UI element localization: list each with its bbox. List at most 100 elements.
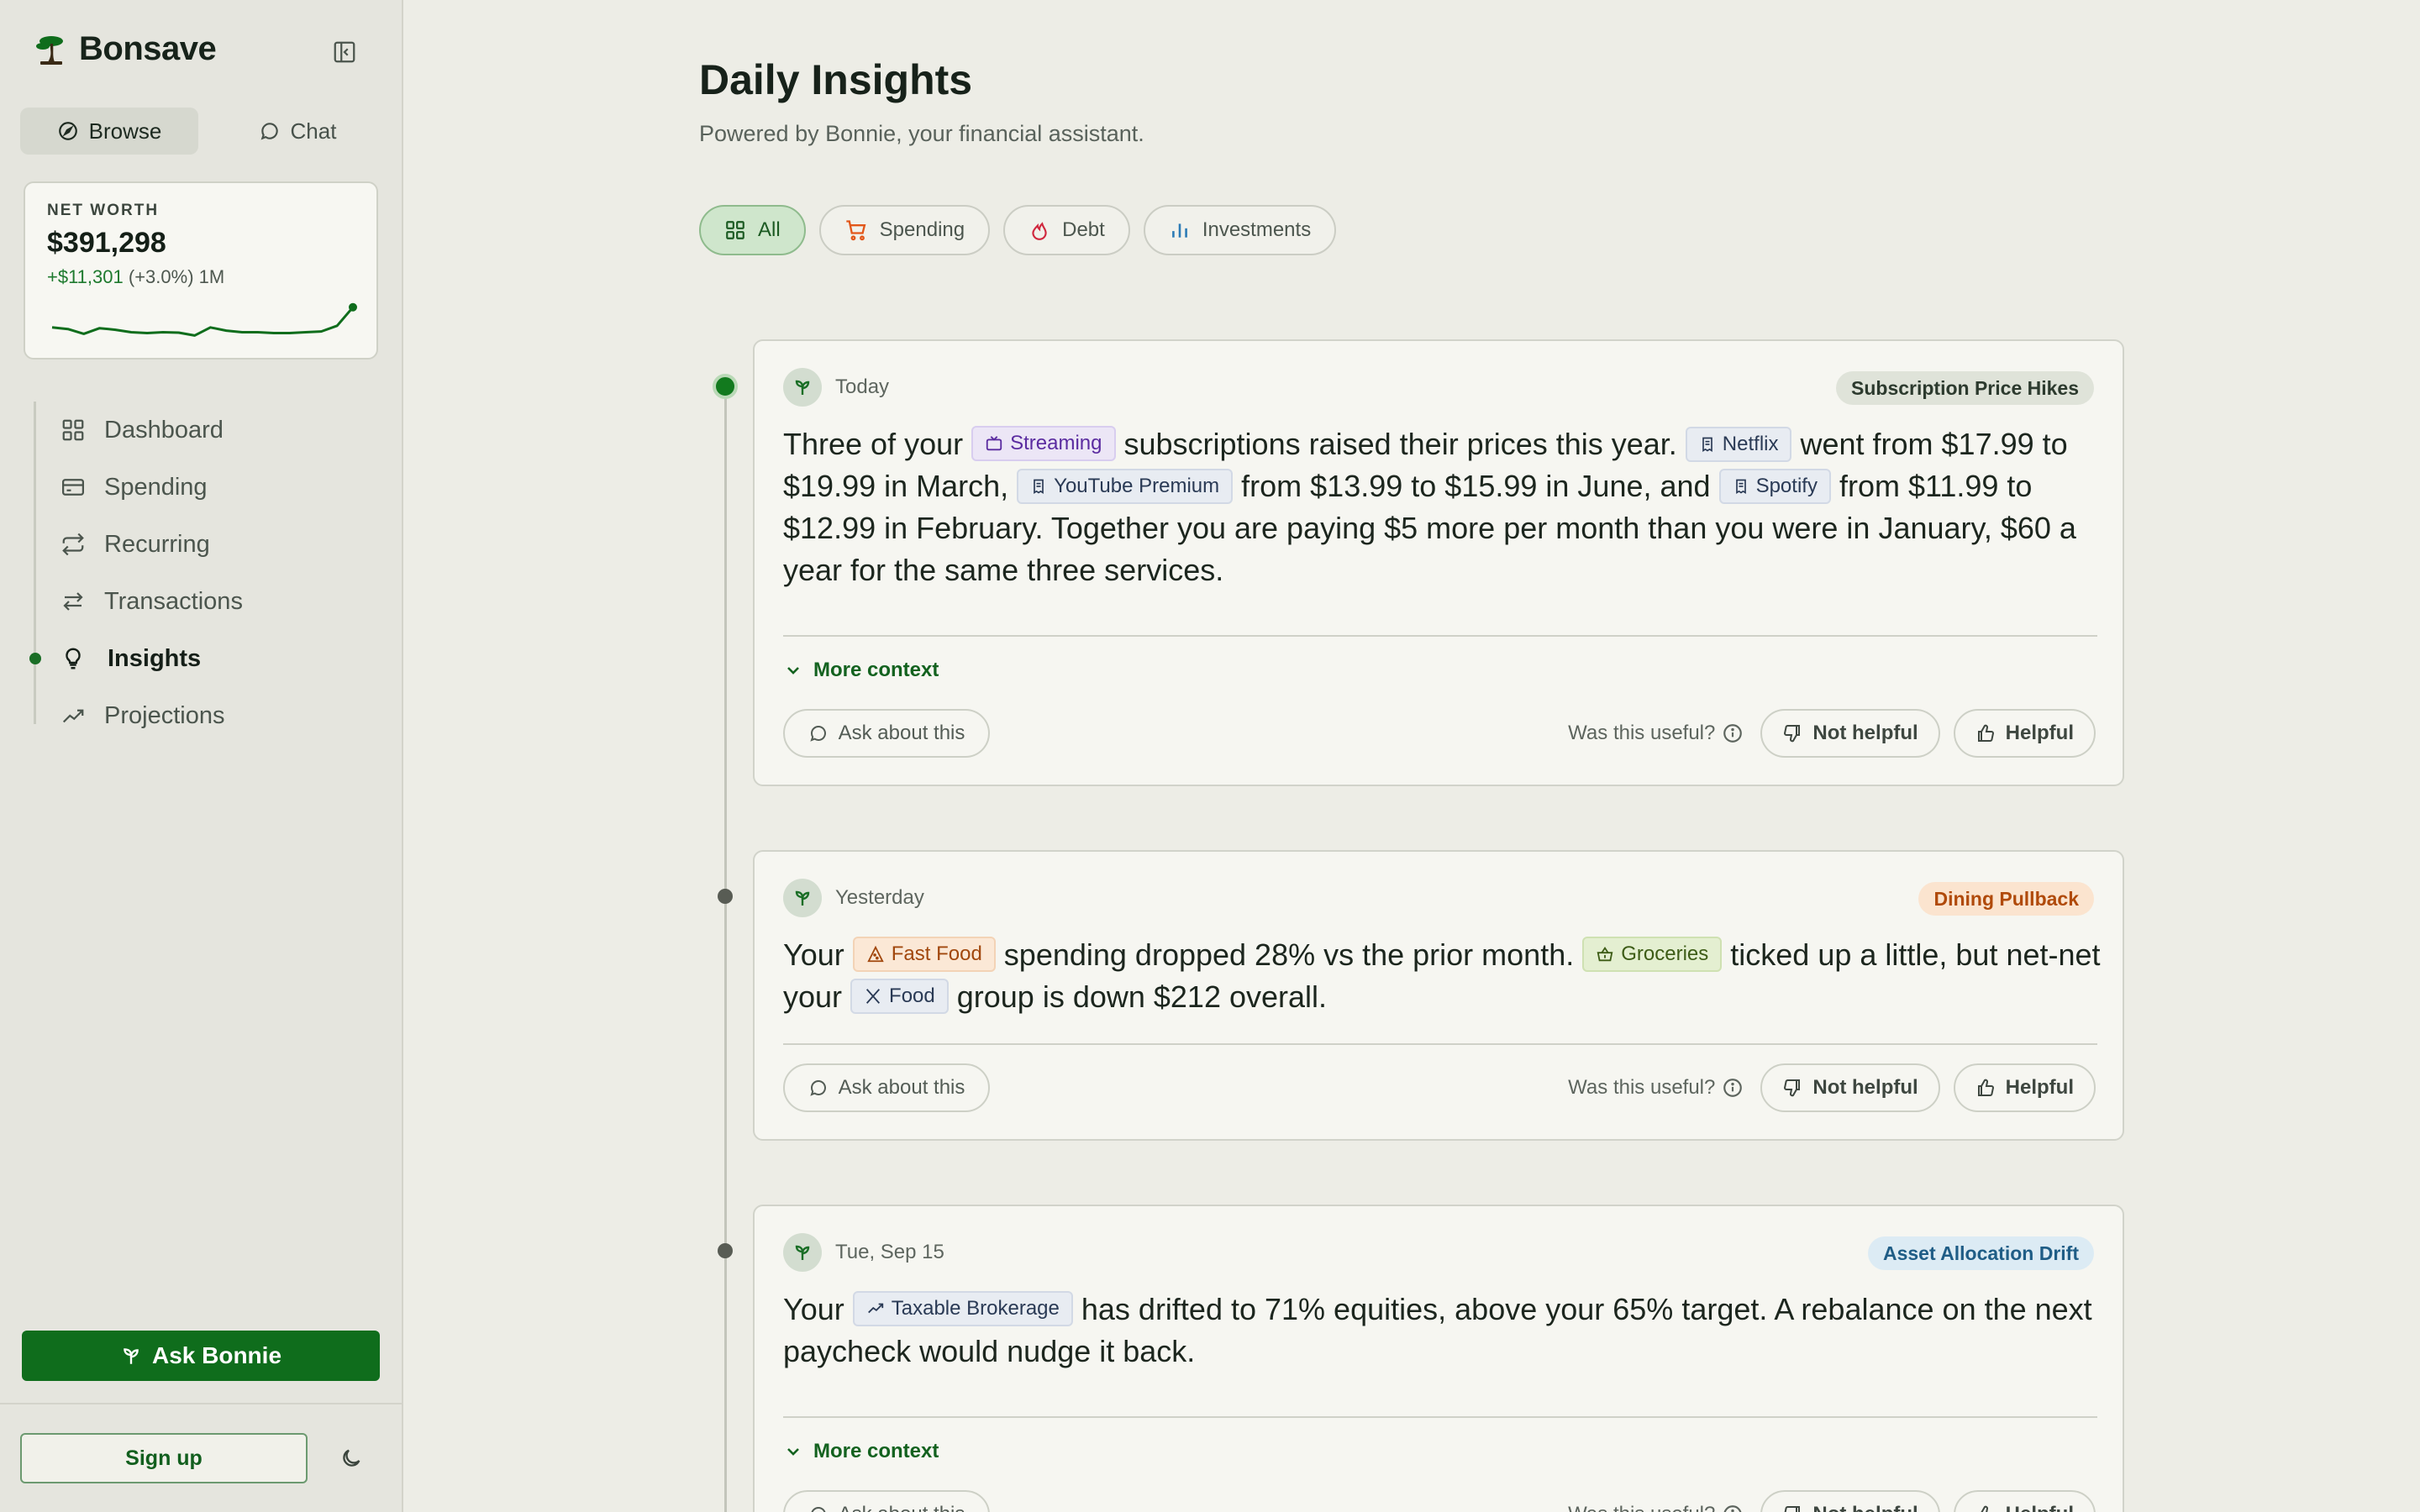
- info-icon[interactable]: [1722, 1077, 1744, 1099]
- useful-question: Was this useful?: [1568, 1076, 1744, 1100]
- tab-chat[interactable]: Chat: [208, 108, 387, 155]
- category-chip-groceries[interactable]: Groceries: [1582, 937, 1723, 972]
- not-helpful-button[interactable]: Not helpful: [1760, 709, 1940, 758]
- flame-icon: [1032, 222, 1047, 240]
- insight-body: Your Taxable Brokerage has drifted to 71…: [783, 1289, 2102, 1373]
- feedback-group: Was this useful? Not helpful Helpful: [1568, 1490, 2096, 1512]
- nav-insights-label: Insights: [108, 644, 202, 672]
- helpful-button[interactable]: Helpful: [1953, 1063, 2096, 1112]
- merchant-chip-netflix[interactable]: Netflix: [1685, 427, 1792, 462]
- nav-projections[interactable]: Projections: [34, 687, 243, 744]
- insight-card: Yesterday Dining Pullback Your Fast Food…: [753, 850, 2124, 1141]
- insight-category-tag: Dining Pullback: [1918, 882, 2094, 916]
- collapse-sidebar-button[interactable]: [328, 35, 361, 69]
- chat-bubble-icon: [809, 726, 826, 742]
- more-context-toggle[interactable]: More context: [783, 659, 939, 682]
- lightbulb-icon: [66, 648, 81, 669]
- filter-chips: All Spending Debt Investments: [699, 205, 1337, 255]
- insight-body: Three of your Streaming subscriptions ra…: [783, 423, 2102, 591]
- bonsai-logo-icon: [36, 35, 63, 65]
- not-helpful-label: Not helpful: [1812, 722, 1918, 744]
- page-title: Daily Insights: [699, 56, 973, 103]
- bonnie-avatar: [783, 368, 822, 407]
- merchant-chip-youtube-premium[interactable]: YouTube Premium: [1017, 469, 1234, 504]
- not-helpful-label: Not helpful: [1812, 1076, 1918, 1099]
- nav-transactions-label: Transactions: [104, 587, 243, 615]
- arrows-exchange-icon: [63, 592, 83, 611]
- merchant-chip-spotify[interactable]: Spotify: [1718, 469, 1831, 504]
- theme-toggle-button[interactable]: [336, 1443, 366, 1473]
- trending-up-icon: [867, 1303, 883, 1314]
- net-worth-change: +$11,301 (+3.0%) 1M: [47, 266, 355, 288]
- insight-text: Three of your: [783, 427, 972, 461]
- ask-about-this-button[interactable]: Ask about this: [783, 1490, 990, 1512]
- nav-recurring[interactable]: Recurring: [34, 516, 243, 573]
- utensils-icon: [866, 989, 881, 1004]
- tv-icon: [986, 436, 1002, 451]
- tab-browse[interactable]: Browse: [20, 108, 198, 155]
- more-context-toggle[interactable]: More context: [783, 1440, 939, 1463]
- account-chip-taxable-brokerage[interactable]: Taxable Brokerage: [852, 1291, 1073, 1326]
- nav-spending-label: Spending: [104, 473, 208, 501]
- ask-about-this-button[interactable]: Ask about this: [783, 709, 990, 758]
- page-subtitle: Powered by Bonnie, your financial assist…: [699, 121, 1144, 146]
- net-worth-card[interactable]: NET WORTH $391,298 +$11,301 (+3.0%) 1M: [24, 181, 378, 360]
- not-helpful-button[interactable]: Not helpful: [1760, 1063, 1940, 1112]
- chevron-down-icon: [787, 1448, 799, 1456]
- sprout-icon: [795, 890, 810, 906]
- insight-text: spending dropped 28% vs the prior month.: [995, 937, 1583, 972]
- sprout-icon: [124, 1348, 139, 1364]
- helpful-button[interactable]: Helpful: [1953, 709, 2096, 758]
- category-chip-food[interactable]: Food: [850, 979, 949, 1014]
- merchant-chip-label: YouTube Premium: [1054, 475, 1220, 497]
- chevron-down-icon: [787, 667, 799, 675]
- bonnie-avatar: [783, 1233, 822, 1272]
- insight-date: Yesterday: [835, 886, 924, 909]
- filter-investments[interactable]: Investments: [1143, 205, 1337, 255]
- insight-category-tag: Asset Allocation Drift: [1867, 1236, 2094, 1270]
- nav-transactions[interactable]: Transactions: [34, 573, 243, 630]
- helpful-button[interactable]: Helpful: [1953, 1490, 2096, 1512]
- info-icon[interactable]: [1722, 1504, 1744, 1512]
- tab-browse-label: Browse: [88, 118, 162, 144]
- card-header: Yesterday: [783, 879, 924, 917]
- nav-recurring-label: Recurring: [104, 530, 210, 558]
- nav-projections-label: Projections: [104, 701, 225, 729]
- insight-text: Your: [783, 1292, 853, 1326]
- trending-line-icon: [62, 709, 84, 723]
- filter-all[interactable]: All: [699, 205, 806, 255]
- insight-text: group is down $212 overall.: [948, 979, 1328, 1014]
- nav-insights[interactable]: Insights: [29, 630, 243, 687]
- net-worth-label: NET WORTH: [47, 202, 160, 219]
- filter-debt[interactable]: Debt: [1003, 205, 1130, 255]
- mode-tabs: Browse Chat: [20, 108, 387, 155]
- bar-chart-icon: [1171, 223, 1187, 238]
- helpful-label: Helpful: [2005, 722, 2074, 744]
- brand[interactable]: Bonsave: [34, 30, 217, 68]
- info-icon[interactable]: [1722, 722, 1744, 744]
- brand-name: Bonsave: [79, 30, 217, 67]
- thumbs-up-icon: [1981, 1505, 1991, 1512]
- ask-bonnie-button[interactable]: Ask Bonnie: [22, 1331, 380, 1381]
- thumbs-down-icon: [1784, 1506, 1801, 1512]
- filter-spending[interactable]: Spending: [818, 205, 991, 255]
- nav-spending[interactable]: Spending: [34, 459, 243, 516]
- thumbs-up-icon: [1977, 724, 1994, 742]
- account-chip-label: Taxable Brokerage: [891, 1297, 1060, 1320]
- not-helpful-button[interactable]: Not helpful: [1760, 1490, 1940, 1512]
- category-chip-fast-food[interactable]: Fast Food: [852, 937, 996, 972]
- filter-all-label: All: [758, 218, 781, 241]
- insight-category-tag: Subscription Price Hikes: [1836, 371, 2094, 405]
- filter-investments-label: Investments: [1202, 218, 1312, 241]
- insight-text: subscriptions raised their prices this y…: [1115, 427, 1686, 461]
- nav-dashboard[interactable]: Dashboard: [34, 402, 243, 459]
- insight-card: Today Subscription Price Hikes Three of …: [753, 339, 2124, 786]
- sidebar-collapse-icon: [334, 41, 355, 63]
- category-chip-streaming[interactable]: Streaming: [971, 426, 1116, 461]
- net-worth-sparkline: [51, 302, 357, 337]
- receipt-icon: [1034, 479, 1044, 495]
- sign-up-button[interactable]: Sign up: [20, 1433, 308, 1483]
- insight-text: from $13.99 to $15.99 in June, and: [1233, 469, 1719, 503]
- more-context-label: More context: [813, 659, 939, 681]
- ask-about-this-button[interactable]: Ask about this: [783, 1063, 990, 1112]
